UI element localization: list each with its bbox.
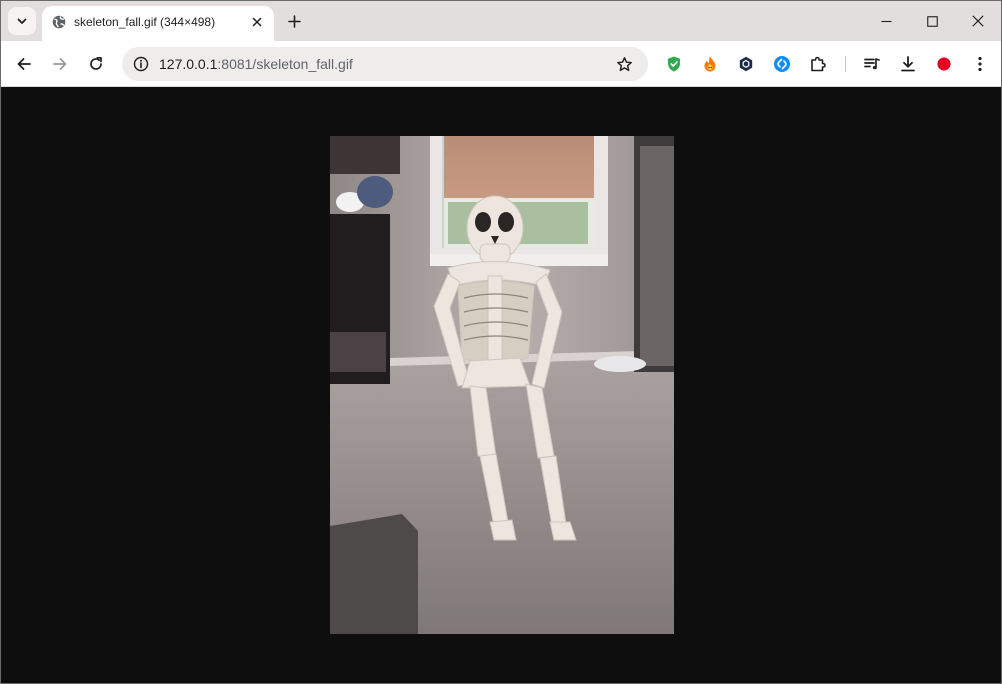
reload-icon — [90, 56, 102, 70]
record-dot-icon — [937, 57, 951, 71]
browser-window: skeleton_fall.gif (344×498) 127.0.0.1:80… — [0, 0, 1002, 684]
bookmark-star-icon — [616, 56, 632, 71]
media-queue-button[interactable] — [861, 53, 883, 75]
minimize-icon — [881, 20, 891, 22]
bookmark-button[interactable] — [612, 52, 636, 76]
flame-extension-icon — [704, 56, 716, 72]
new-tab-button[interactable] — [283, 10, 305, 32]
close-window-icon — [972, 15, 984, 27]
shazam-extension-button[interactable] — [771, 53, 793, 75]
puzzle-extensions-icon — [811, 56, 826, 72]
url-host: 127.0.0.1 — [159, 56, 218, 72]
minimize-button[interactable] — [863, 1, 909, 41]
address-bar[interactable]: 127.0.0.1:8081/skeleton_fall.gif — [122, 47, 648, 81]
forward-button[interactable] — [45, 49, 75, 79]
site-info-icon — [133, 56, 149, 72]
maximize-button[interactable] — [909, 1, 955, 41]
back-button[interactable] — [9, 49, 39, 79]
tab-search-button[interactable] — [8, 7, 36, 35]
image-viewer — [1, 88, 1001, 683]
hexagon-extension-button[interactable] — [735, 53, 757, 75]
download-icon — [901, 56, 915, 72]
extensions-button[interactable] — [807, 53, 829, 75]
active-tab[interactable]: skeleton_fall.gif (344×498) — [42, 6, 274, 41]
tab-close-button[interactable] — [248, 13, 266, 31]
url-text[interactable]: 127.0.0.1:8081/skeleton_fall.gif — [159, 56, 353, 72]
close-window-button[interactable] — [955, 1, 1001, 41]
reload-button[interactable] — [81, 49, 111, 79]
record-button[interactable] — [933, 53, 955, 75]
back-arrow-icon — [17, 58, 31, 70]
skeleton-gif-image[interactable] — [330, 136, 674, 634]
shield-extension-button[interactable] — [663, 53, 685, 75]
forward-arrow-icon — [53, 58, 67, 70]
tab-title: skeleton_fall.gif (344×498) — [74, 15, 216, 29]
url-path: :8081/skeleton_fall.gif — [217, 56, 353, 72]
plus-icon — [287, 14, 301, 28]
maximize-icon — [926, 15, 938, 27]
tab-strip: skeleton_fall.gif (344×498) — [1, 1, 1001, 41]
close-icon — [252, 17, 262, 27]
browser-toolbar: 127.0.0.1:8081/skeleton_fall.gif — [1, 41, 1001, 87]
shazam-extension-icon — [774, 56, 790, 72]
browser-menu-button[interactable] — [969, 53, 991, 75]
shield-check-extension-icon — [668, 56, 680, 72]
hexagon-extension-icon — [739, 56, 753, 72]
site-info-button[interactable] — [128, 51, 154, 77]
media-queue-icon — [864, 58, 880, 70]
kebab-menu-icon — [978, 56, 982, 72]
globe-icon — [52, 15, 66, 29]
flame-extension-button[interactable] — [699, 53, 721, 75]
toolbar-divider — [845, 56, 846, 72]
downloads-button[interactable] — [897, 53, 919, 75]
chevron-down-icon — [17, 18, 27, 24]
